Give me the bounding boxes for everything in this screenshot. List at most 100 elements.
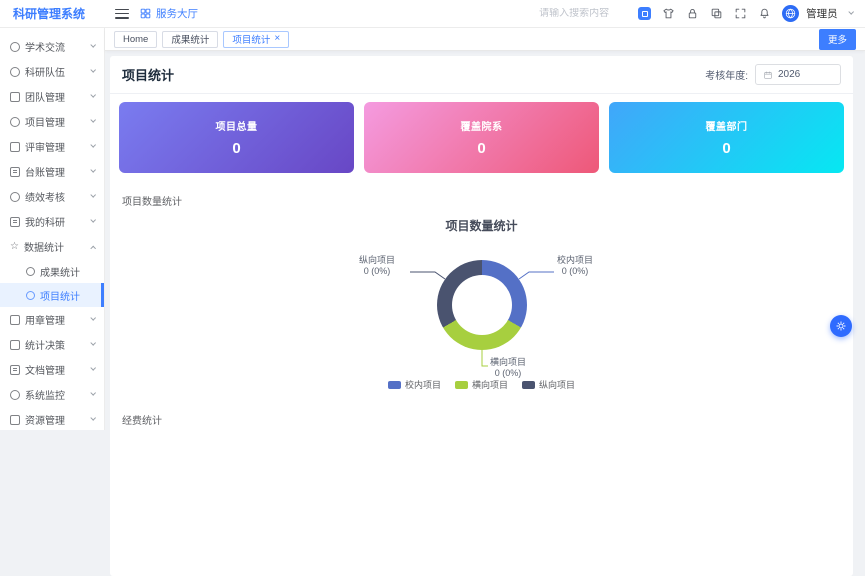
label-horizontal-projects: 横向项目 0 (0%) [490,357,526,379]
bell-icon[interactable] [758,7,771,20]
year-value: 2026 [778,69,800,80]
section-label-funding: 经费统计 [110,400,853,427]
theme-icon[interactable] [662,7,675,20]
headset-icon [10,42,20,52]
sidebar-item-project-management[interactable]: 项目管理 [0,109,104,134]
sidebar-item-my-research[interactable]: 我的科研 [0,209,104,234]
stat-value: 0 [477,140,485,157]
search-input[interactable] [539,8,627,19]
chart-title: 项目数量统计 [110,217,853,234]
stat-card-covered-colleges[interactable]: 覆盖院系 0 [364,102,599,173]
legend-item-vertical[interactable]: 纵向项目 [522,378,575,391]
menu-toggle-icon[interactable] [115,9,129,19]
legend-swatch [522,381,535,389]
service-hall-link[interactable]: 服务大厅 [139,6,198,21]
stat-value: 0 [232,140,240,157]
ledger-icon [10,167,20,177]
stat-value: 0 [722,140,730,157]
stat-card-covered-departments[interactable]: 覆盖部门 0 [609,102,844,173]
sidebar-item-project-statistics[interactable]: 项目统计 [0,283,104,307]
stat-card-total-projects[interactable]: 项目总量 0 [119,102,354,173]
sidebar-item-academic-exchange[interactable]: 学术交流 [0,34,104,59]
pen-icon [10,117,20,127]
chevron-down-icon [90,315,96,321]
chevron-down-icon [90,340,96,346]
tab-achievement-statistics[interactable]: 成果统计 [162,31,218,48]
sidebar-item-document-management[interactable]: 文档管理 [0,357,104,382]
sidebar-item-achievement-statistics[interactable]: 成果统计 [0,259,104,283]
app-logo: 科研管理系统 [0,5,105,22]
sidebar-item-performance-assessment[interactable]: 绩效考核 [0,184,104,209]
filter-label: 考核年度: [705,67,748,82]
service-hall-label: 服务大厅 [156,6,198,21]
layout-copy-icon[interactable] [710,7,723,20]
sidebar-item-seal-management[interactable]: 用章管理 [0,307,104,332]
clock-icon [10,390,20,400]
assessment-year-filter: 考核年度: 2026 [705,64,841,85]
main-panel: 项目统计 考核年度: 2026 项目总量 0 覆盖院系 0 覆盖部门 0 项目数… [110,56,853,576]
legend-item-horizontal[interactable]: 横向项目 [455,378,508,391]
tab-project-statistics[interactable]: 项目统计 × [223,31,289,48]
gear-icon [835,320,847,332]
more-button[interactable]: 更多 [819,29,856,50]
donut-chart[interactable] [437,260,527,350]
chevron-down-icon [90,390,96,396]
chart-legend: 校内项目 横向项目 纵向项目 [110,378,853,391]
sidebar-item-data-statistics[interactable]: ☆ 数据统计 [0,234,104,259]
chevron-down-icon [90,67,96,73]
label-vertical-projects: 纵向项目 0 (0%) [348,255,406,277]
group-icon [10,92,20,102]
review-icon [10,142,20,152]
chevron-down-icon [90,117,96,123]
sidebar-item-system-monitor[interactable]: 系统监控 [0,382,104,407]
topbar: 科研管理系统 服务大厅 管理员 [0,0,865,28]
label-campus-projects: 校内项目 0 (0%) [557,255,593,277]
stat-cards: 项目总量 0 覆盖院系 0 覆盖部门 0 [110,94,853,183]
people-icon [10,67,20,77]
tab-home[interactable]: Home [114,31,157,48]
section-label-project-count: 项目数量统计 [110,183,853,208]
calendar-icon [763,70,773,80]
close-icon[interactable]: × [274,34,280,44]
chevron-down-icon [90,142,96,148]
panel-header: 项目统计 考核年度: 2026 [110,56,853,94]
bar-chart-icon [10,340,20,350]
sidebar-item-resource-management[interactable]: 资源管理 [0,407,104,432]
chevron-down-icon[interactable] [848,9,854,15]
year-picker[interactable]: 2026 [755,64,841,85]
chevron-down-icon [90,92,96,98]
username-label[interactable]: 管理员 [806,6,838,21]
notebook-icon [10,217,20,227]
seal-icon [10,315,20,325]
chevron-down-icon [90,192,96,198]
chevron-down-icon [90,217,96,223]
legend-swatch [388,381,401,389]
sidebar-item-team-management[interactable]: 团队管理 [0,84,104,109]
chevron-down-icon [90,415,96,421]
document-icon [10,365,20,375]
chevron-down-icon [90,167,96,173]
page-title: 项目统计 [122,65,174,84]
translate-icon[interactable] [638,7,651,20]
settings-fab-button[interactable] [830,315,852,337]
sidebar-item-research-team[interactable]: 科研队伍 [0,59,104,84]
sidebar-item-review-management[interactable]: 评审管理 [0,134,104,159]
sidebar-item-statistics-decision[interactable]: 统计决策 [0,332,104,357]
sidebar: 学术交流 科研队伍 团队管理 项目管理 评审管理 台账管理 绩效考核 我的科研 … [0,28,105,430]
folder-icon [10,415,20,425]
lock-icon[interactable] [686,7,699,20]
star-icon: ☆ [10,242,19,252]
chevron-down-icon [90,365,96,371]
apps-grid-icon [139,7,152,20]
fullscreen-icon[interactable] [734,7,747,20]
circle-arrow-icon [26,267,35,276]
circle-arrow-icon [26,291,35,300]
project-count-chart: 项目数量统计 校内项目 0 (0%) 纵向项目 0 (0%) 横向项目 0 (0… [110,210,853,400]
legend-item-campus[interactable]: 校内项目 [388,378,441,391]
legend-swatch [455,381,468,389]
sidebar-item-ledger-management[interactable]: 台账管理 [0,159,104,184]
chevron-down-icon [90,42,96,48]
badge-icon [10,192,20,202]
tag-tabs-bar: Home 成果统计 项目统计 × 更多 [105,28,865,51]
user-avatar[interactable] [782,5,799,22]
